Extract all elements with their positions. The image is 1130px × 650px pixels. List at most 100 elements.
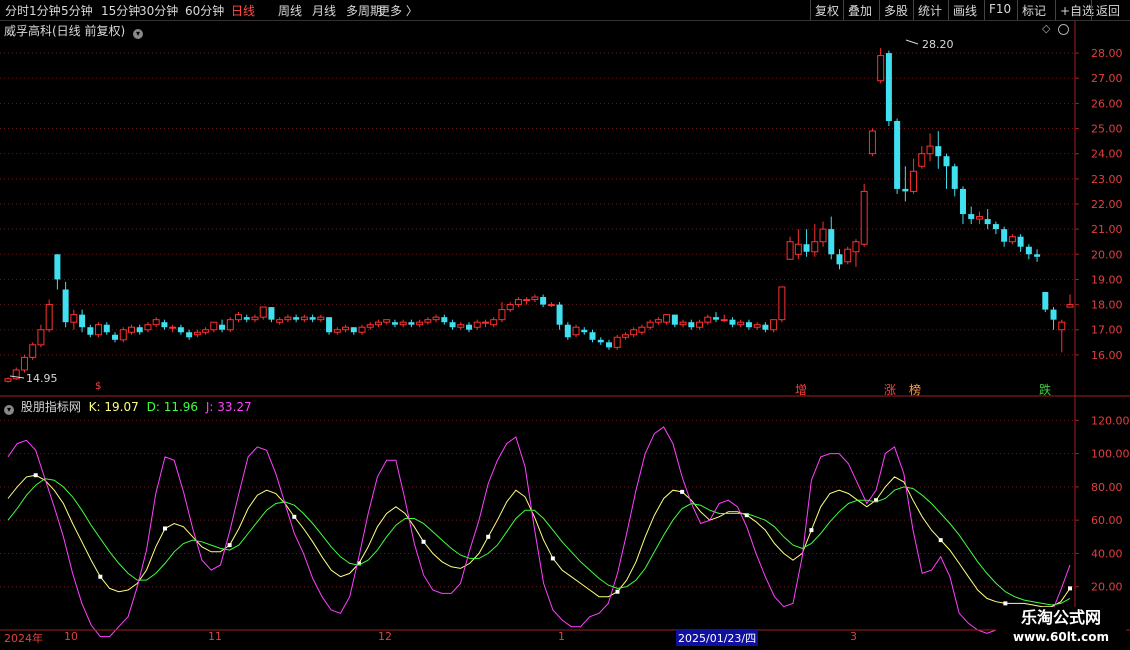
candle-body bbox=[300, 316, 308, 321]
candle-body bbox=[753, 324, 761, 328]
indicator-title: ▾ 股朋指标网 K: 19.07 D: 11.96 J: 33.27 bbox=[4, 398, 252, 415]
toolbar-separator bbox=[1017, 0, 1018, 20]
candle-body bbox=[309, 317, 316, 320]
candle-body bbox=[383, 319, 391, 323]
chart-canvas: 16.00 17.00 18.00 19.00 20.00 21.00 22.00 23.00… bbox=[0, 20, 1130, 638]
toolbar-button[interactable]: 多股 bbox=[884, 2, 908, 19]
candle-body bbox=[144, 324, 152, 331]
candle-body bbox=[1017, 236, 1024, 247]
k-marker bbox=[486, 534, 491, 539]
candle-body bbox=[29, 344, 37, 358]
d-value: D: 11.96 bbox=[146, 400, 199, 414]
candle-body bbox=[498, 309, 506, 321]
marker-zeng[interactable]: 增 bbox=[795, 381, 807, 398]
candle-body bbox=[737, 321, 745, 326]
period-tab[interactable]: 更多 〉 bbox=[378, 2, 418, 19]
candle-body bbox=[95, 324, 103, 336]
candle-body bbox=[506, 304, 514, 311]
candle-body bbox=[112, 334, 119, 340]
candle-body bbox=[268, 307, 275, 320]
kdj-tick-label: 20.00 bbox=[1091, 581, 1123, 594]
toolbar-button[interactable]: 标记 bbox=[1022, 2, 1046, 19]
toolbar-button[interactable]: +自选 bbox=[1060, 2, 1094, 19]
candle-body bbox=[959, 188, 966, 215]
toolbar-button[interactable]: 复权 bbox=[815, 2, 839, 19]
candle-body bbox=[860, 190, 868, 245]
marker-bang[interactable]: 榜 bbox=[909, 381, 921, 398]
period-tab[interactable]: 日线 bbox=[231, 2, 255, 19]
high-price-label: 28.20 bbox=[922, 38, 954, 51]
candle-body bbox=[37, 329, 45, 346]
candle-body bbox=[276, 319, 284, 323]
period-tab[interactable]: 月线 bbox=[312, 2, 336, 19]
candle-body bbox=[877, 55, 885, 82]
price-tick-label: 25.00 bbox=[1091, 123, 1123, 136]
candle-body bbox=[613, 336, 621, 348]
k-marker bbox=[162, 526, 167, 531]
candle-body bbox=[671, 314, 678, 325]
chevron-down-icon[interactable]: ▾ bbox=[133, 29, 144, 39]
candle-body bbox=[605, 342, 612, 348]
price-tick-label: 23.00 bbox=[1091, 173, 1123, 186]
candle-body bbox=[597, 339, 604, 343]
diamond-icon[interactable]: ◇ bbox=[1042, 22, 1050, 35]
period-tab[interactable]: 分时 bbox=[5, 2, 29, 19]
candle-body bbox=[251, 316, 259, 321]
price-tick-label: 18.00 bbox=[1091, 299, 1123, 312]
candle-body bbox=[968, 214, 975, 220]
period-tab[interactable]: 周线 bbox=[278, 2, 302, 19]
candle-body bbox=[127, 326, 135, 333]
chevron-down-icon[interactable]: ▾ bbox=[4, 405, 14, 415]
marker-zhang[interactable]: 涨 bbox=[884, 381, 896, 398]
period-tab[interactable]: 多周期 bbox=[346, 2, 382, 19]
toolbar-button[interactable]: 统计 bbox=[918, 2, 942, 19]
period-tab[interactable]: 5分钟 bbox=[61, 2, 93, 19]
candle-body bbox=[1066, 304, 1074, 308]
toolbar-button[interactable]: F10 bbox=[989, 2, 1011, 16]
candle-body bbox=[918, 153, 926, 167]
period-tab[interactable]: 15分钟 bbox=[101, 2, 140, 19]
candle-body bbox=[45, 304, 53, 331]
date-month-3: 3 bbox=[850, 630, 857, 643]
candle-body bbox=[152, 319, 160, 326]
candle-body bbox=[481, 321, 489, 324]
candle-body bbox=[1008, 236, 1016, 243]
candle-body bbox=[852, 241, 860, 253]
k-marker bbox=[421, 539, 426, 544]
price-tick-label: 21.00 bbox=[1091, 223, 1123, 236]
indicator-name: 股朋指标网 bbox=[20, 400, 81, 414]
kdj-series bbox=[7, 426, 1072, 638]
candle-body bbox=[531, 296, 539, 301]
settings-circle-icon[interactable] bbox=[1058, 24, 1069, 35]
candle-body bbox=[473, 321, 481, 328]
candle-body bbox=[293, 317, 300, 320]
candle-body bbox=[704, 316, 712, 323]
period-tab[interactable]: 1分钟 bbox=[29, 2, 61, 19]
candle-body bbox=[688, 322, 695, 328]
k-marker bbox=[1068, 586, 1072, 591]
candle-body bbox=[374, 321, 382, 326]
candle-body bbox=[786, 241, 794, 260]
candle-body bbox=[432, 316, 440, 321]
candle-body bbox=[992, 224, 999, 230]
period-tab[interactable]: 60分钟 bbox=[185, 2, 224, 19]
kdj-tick-label: 120.00 bbox=[1091, 414, 1130, 427]
k-marker bbox=[550, 556, 555, 561]
toolbar-button[interactable]: 叠加 bbox=[848, 2, 872, 19]
candle-body bbox=[259, 306, 267, 318]
candle-body bbox=[235, 314, 243, 321]
candle-body bbox=[54, 254, 61, 280]
candle-body bbox=[679, 321, 687, 326]
toolbar-button[interactable]: 画线 bbox=[953, 2, 977, 19]
toolbar-button[interactable]: 返回 bbox=[1096, 2, 1120, 19]
marker-die[interactable]: 跌 bbox=[1039, 381, 1051, 398]
candle-body bbox=[284, 316, 292, 321]
candle-body bbox=[350, 327, 357, 333]
candle-body bbox=[868, 130, 876, 155]
price-tick-label: 28.00 bbox=[1091, 47, 1123, 60]
candle-body bbox=[720, 319, 728, 322]
candle-body bbox=[844, 248, 852, 263]
period-tab[interactable]: 30分钟 bbox=[139, 2, 178, 19]
candle-body bbox=[630, 329, 638, 336]
high-pointer bbox=[905, 39, 919, 45]
